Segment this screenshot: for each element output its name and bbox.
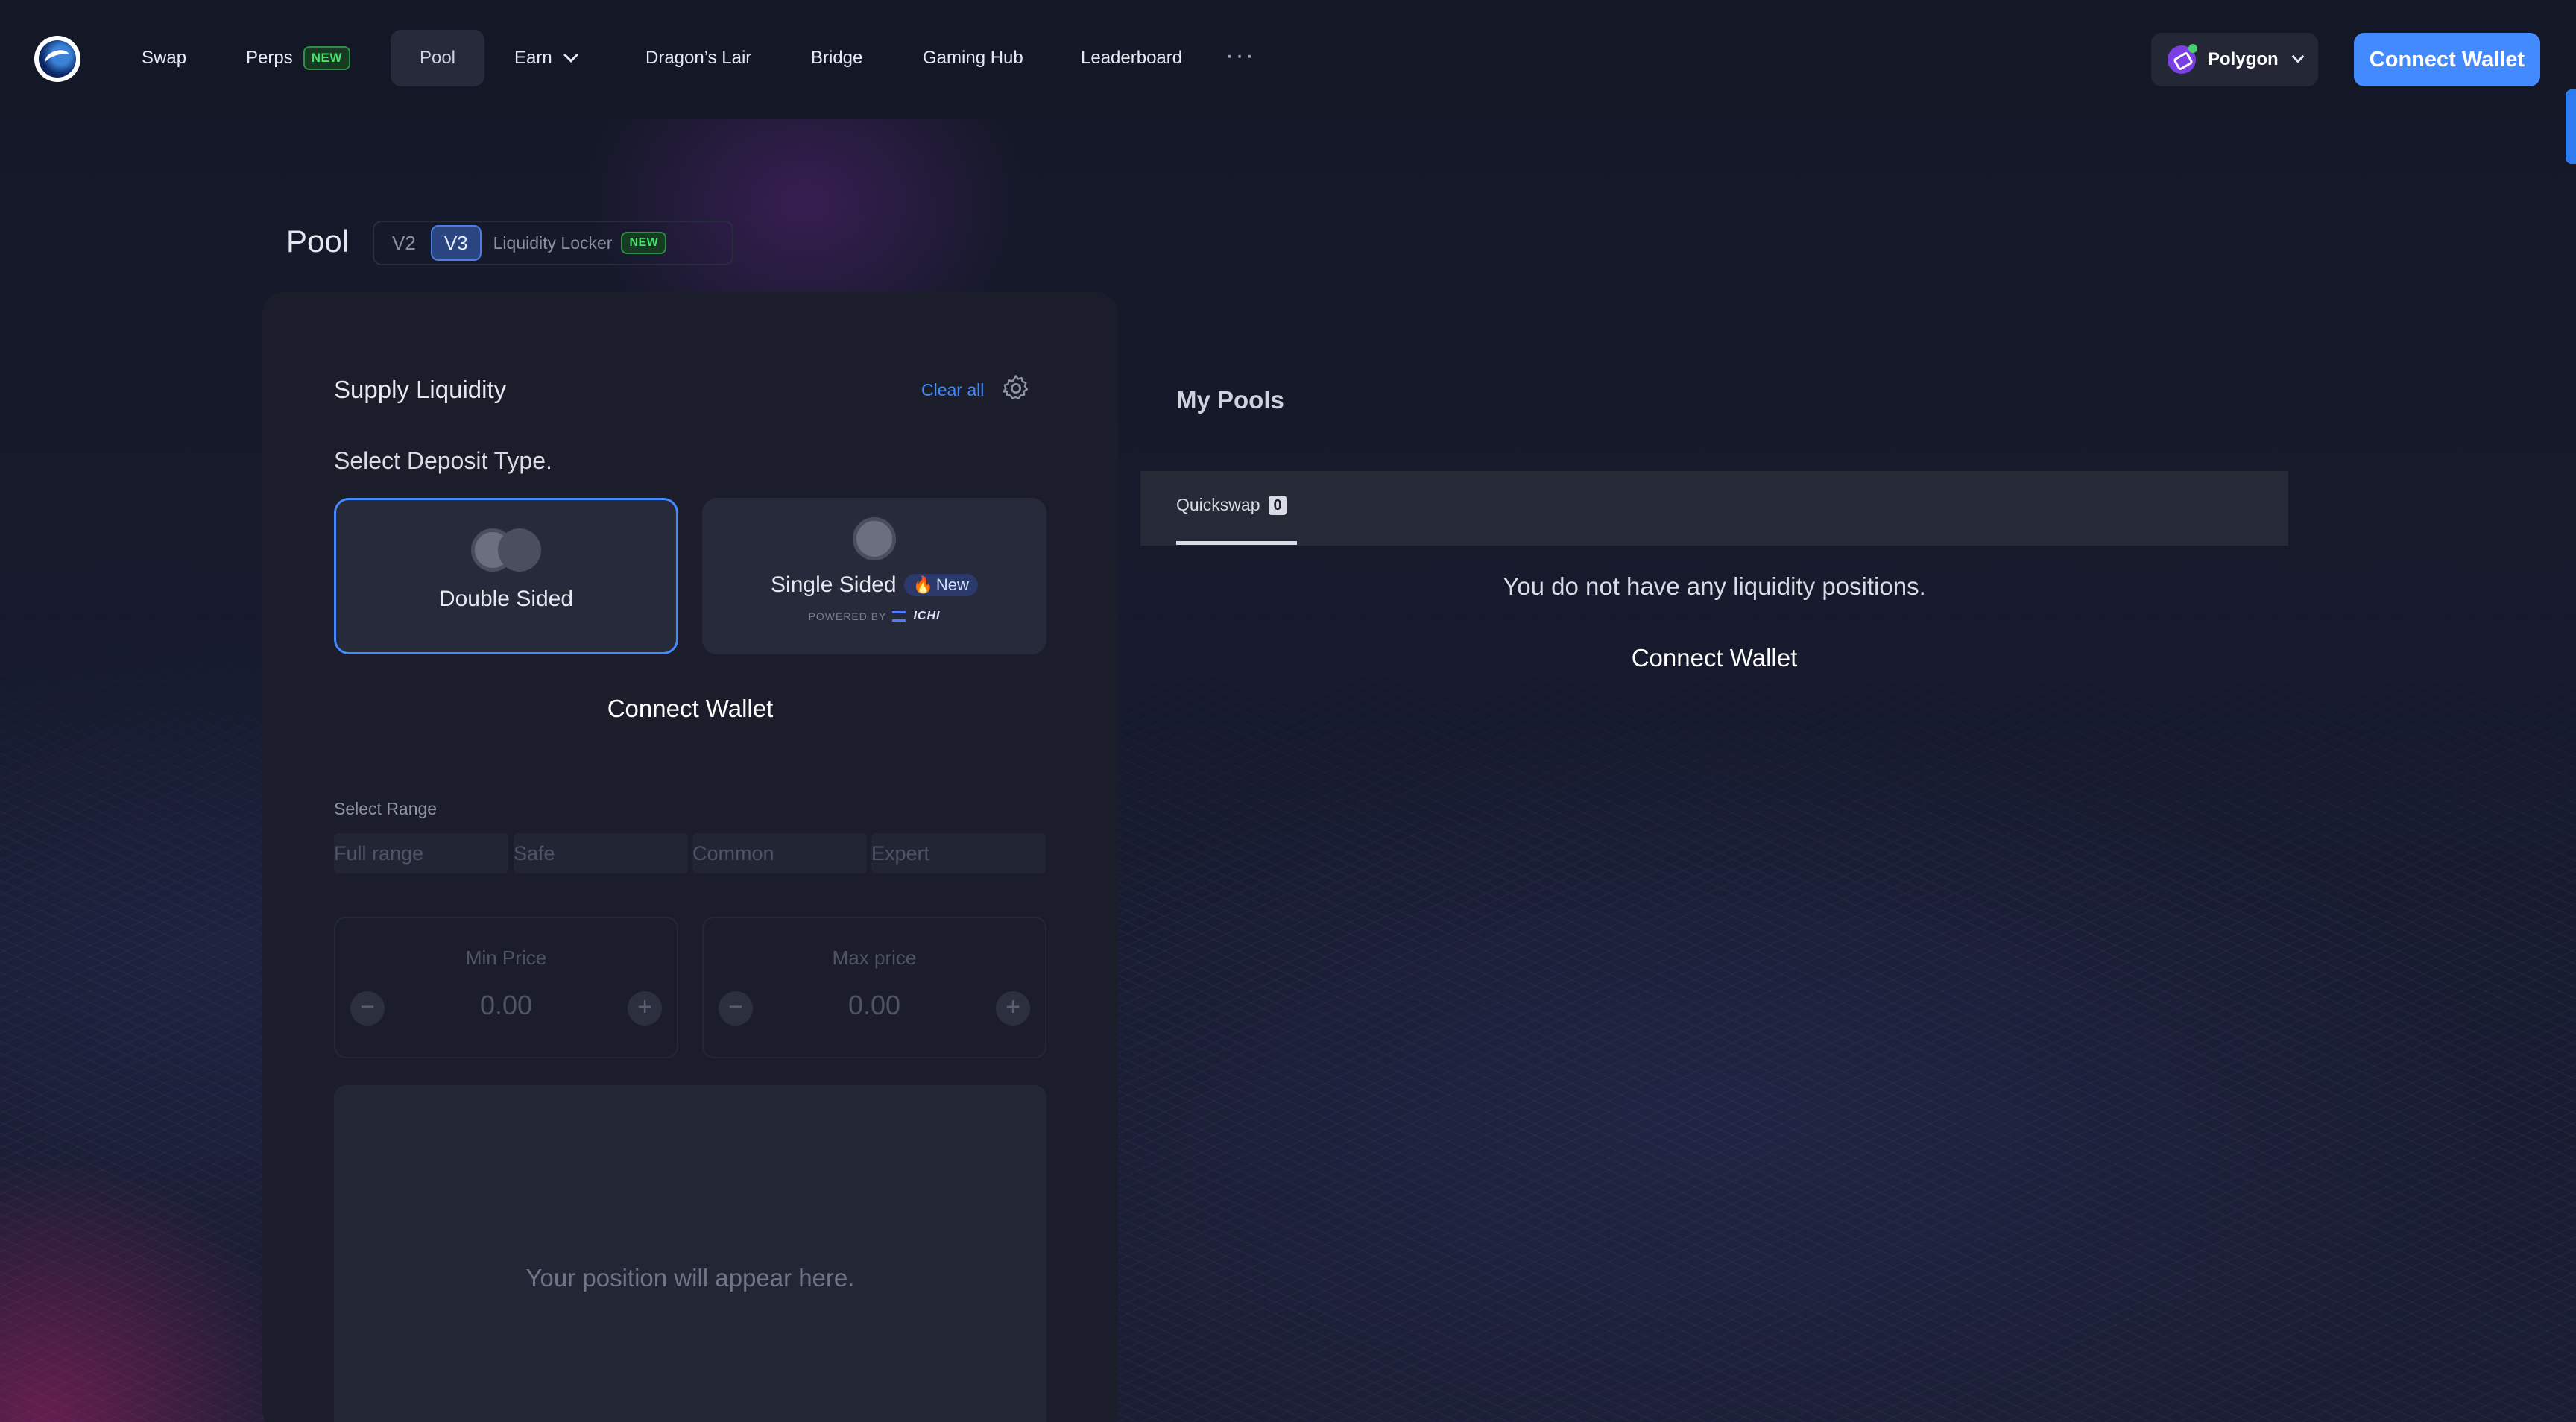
range-full[interactable]: Full range — [334, 833, 508, 873]
powered-by-ichi: POWERED BY ICHI — [809, 610, 941, 623]
my-pools-title: My Pools — [1176, 386, 1284, 414]
double-sided-option[interactable]: Double Sided — [334, 498, 678, 654]
nav-dragons-lair-label: Dragon’s Lair — [645, 48, 752, 68]
tab-active-indicator — [1176, 541, 1297, 545]
ichi-label: ICHI — [913, 610, 941, 622]
nav-earn-label: Earn — [514, 48, 552, 68]
gear-icon[interactable] — [1000, 373, 1032, 404]
range-expert[interactable]: Expert — [871, 833, 1046, 873]
position-preview: Your position will appear here. — [334, 1085, 1046, 1422]
nav-pool-label: Pool — [419, 48, 456, 68]
tab-v2[interactable]: V2 — [380, 225, 428, 261]
powered-by-label: POWERED BY — [808, 610, 887, 622]
nav-swap-label: Swap — [142, 48, 187, 68]
nav-leaderboard-label: Leaderboard — [1081, 48, 1183, 68]
nav-perps[interactable]: Perps NEW — [236, 30, 361, 86]
range-safe[interactable]: Safe — [514, 833, 688, 873]
network-label: Polygon — [2208, 49, 2279, 69]
new-pill: 🔥 New — [903, 574, 978, 596]
ichi-logo-icon — [892, 611, 906, 622]
tab-quickswap[interactable]: Quickswap 0 — [1176, 495, 1287, 515]
nav-swap[interactable]: Swap — [131, 30, 197, 86]
connect-wallet-button[interactable]: Connect Wallet — [262, 695, 1118, 723]
chevron-down-icon — [2291, 50, 2305, 63]
connect-wallet-button[interactable]: Connect Wallet — [1140, 644, 2288, 672]
max-price-label: Max price — [832, 947, 917, 969]
range-common[interactable]: Common — [692, 833, 867, 873]
new-badge: NEW — [303, 46, 350, 70]
deposit-type-label: Select Deposit Type. — [334, 447, 552, 474]
network-selector[interactable]: Polygon — [2151, 33, 2318, 86]
max-price-input[interactable]: 0.00 — [704, 990, 1045, 1021]
single-sided-option[interactable]: Single Sided 🔥 New POWERED BY ICHI — [702, 498, 1046, 654]
nav-leaderboard[interactable]: Leaderboard — [1070, 30, 1193, 86]
max-price-box: Max price − 0.00 + — [702, 917, 1046, 1058]
chevron-down-icon — [563, 48, 578, 63]
tab-liquidity-locker-label: Liquidity Locker — [493, 233, 613, 253]
flame-icon: 🔥 — [912, 575, 933, 594]
position-placeholder: Your position will appear here. — [525, 1264, 855, 1292]
double-sided-label: Double Sided — [438, 587, 574, 611]
quickswap-logo[interactable] — [34, 36, 80, 82]
supply-liquidity-title: Supply Liquidity — [334, 376, 507, 403]
new-pill-label: New — [935, 575, 969, 594]
tab-liquidity-locker[interactable]: Liquidity Locker NEW — [482, 225, 679, 261]
nav-gaming-hub-label: Gaming Hub — [923, 48, 1023, 68]
tab-quickswap-label: Quickswap — [1176, 495, 1260, 514]
pool-count-badge: 0 — [1269, 495, 1287, 515]
connect-wallet-button[interactable]: Connect Wallet — [2354, 33, 2540, 86]
polygon-icon — [2168, 44, 2197, 74]
nav-pool[interactable]: Pool — [391, 30, 484, 86]
tab-v3[interactable]: V3 — [430, 225, 482, 261]
min-price-label: Min Price — [465, 947, 547, 969]
new-badge: NEW — [621, 232, 667, 254]
min-price-increment[interactable]: + — [628, 991, 662, 1026]
nav-earn[interactable]: Earn — [504, 30, 587, 86]
single-sided-label: Single Sided — [771, 572, 897, 597]
token-icon — [853, 517, 896, 560]
empty-positions-text: You do not have any liquidity positions. — [1503, 572, 1926, 600]
min-price-input[interactable]: 0.00 — [335, 990, 677, 1021]
version-tabs: V2 V3 Liquidity Locker NEW — [373, 221, 733, 265]
nav-dragons-lair[interactable]: Dragon’s Lair — [635, 30, 762, 86]
min-price-box: Min Price − 0.00 + — [334, 917, 678, 1058]
nav-perps-label: Perps — [246, 48, 293, 68]
nav-gaming-hub[interactable]: Gaming Hub — [912, 30, 1034, 86]
nav-bridge[interactable]: Bridge — [801, 30, 873, 86]
max-price-increment[interactable]: + — [996, 991, 1030, 1026]
select-range-label: Select Range — [334, 799, 438, 818]
clear-all-link[interactable]: Clear all — [921, 380, 984, 400]
page-title: Pool — [286, 224, 350, 259]
side-feedback-tab[interactable] — [2566, 89, 2576, 164]
top-navigation: Swap Perps NEW Pool Earn Dragon’s Lair B… — [0, 0, 2576, 119]
nav-bridge-label: Bridge — [811, 48, 863, 68]
supply-liquidity-card: Supply Liquidity Clear all Select Deposi… — [262, 292, 1118, 1422]
more-menu-icon[interactable]: ··· — [1225, 42, 1255, 68]
pools-tab-bar: Quickswap 0 — [1140, 471, 2288, 546]
token-pair-icon — [471, 528, 541, 572]
